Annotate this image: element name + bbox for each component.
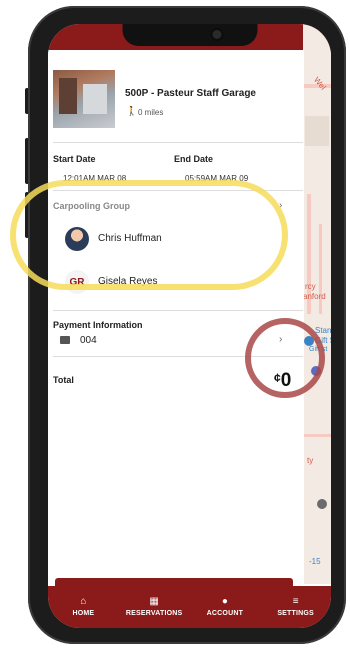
currency-symbol: ¢ <box>274 371 281 385</box>
divider <box>53 142 303 143</box>
avatar-initials: GR <box>65 270 89 294</box>
carpool-group-title[interactable]: Carpooling Group <box>53 201 130 211</box>
phone-notch <box>122 24 257 46</box>
map-area-label: rcy <box>305 282 316 291</box>
nav-item-home[interactable]: ⌂ HOME <box>48 586 119 628</box>
nav-item-settings[interactable]: ≡ SETTINGS <box>260 586 331 628</box>
carpool-member-name[interactable]: Gisela Reyes <box>98 276 157 287</box>
payment-info-title: Payment Information <box>53 320 143 330</box>
start-date-label: Start Date <box>53 154 96 164</box>
map-poi-label: Gift st <box>309 346 328 353</box>
total-label: Total <box>53 375 74 385</box>
camera-icon <box>212 30 221 39</box>
divider <box>53 310 303 311</box>
walking-person-icon: 🚶 <box>126 106 138 116</box>
menu-icon: ≡ <box>292 596 299 607</box>
map-area-label: ty <box>307 456 314 465</box>
app-screen: Wel rcy anford Stan Gift S Gift st ty -1… <box>48 24 331 628</box>
person-icon: ● <box>221 596 228 607</box>
map-block <box>305 116 329 146</box>
nav-label: HOME <box>72 610 95 617</box>
map-poi-label: Gift S <box>315 336 331 345</box>
start-date-value[interactable]: 12:01AM MAR 08 <box>63 174 126 183</box>
chevron-right-icon[interactable]: › <box>279 334 282 345</box>
payment-card-number[interactable]: 004 <box>80 335 97 346</box>
garage-distance: 0 miles <box>138 108 164 117</box>
nav-label: RESERVATIONS <box>125 610 183 617</box>
credit-card-icon <box>60 336 70 344</box>
map-poi-pin-icon[interactable] <box>304 336 314 346</box>
end-date-label: End Date <box>174 154 214 164</box>
nav-label: ACCOUNT <box>206 610 244 617</box>
nav-label: SETTINGS <box>277 610 314 617</box>
reservation-panel: 500P - Pasteur Staff Garage 🚶 0 miles St… <box>48 50 304 605</box>
avatar <box>65 227 89 251</box>
map-route-label: -15 <box>309 557 321 566</box>
garage-photo <box>53 70 115 128</box>
total-amount: ¢0 <box>274 370 291 392</box>
garage-title: 500P - Pasteur Staff Garage <box>125 88 256 99</box>
nav-item-reservations[interactable]: ▦ RESERVATIONS <box>119 586 190 628</box>
map-poi-label: Stan <box>315 326 331 335</box>
home-icon: ⌂ <box>80 596 87 607</box>
map-road <box>303 434 331 437</box>
carpool-member-name[interactable]: Chris Huffman <box>98 233 162 244</box>
map-street-label: Wel <box>311 75 328 92</box>
chevron-right-icon[interactable]: › <box>279 200 282 211</box>
total-value: 0 <box>280 370 292 391</box>
map-marker-icon[interactable] <box>317 499 327 509</box>
map-area-label: anford <box>303 292 326 301</box>
end-date-value[interactable]: 05:59AM MAR 09 <box>185 174 248 183</box>
calendar-icon: ▦ <box>149 596 159 607</box>
divider <box>53 190 303 191</box>
divider <box>53 356 303 357</box>
nav-item-account[interactable]: ● ACCOUNT <box>190 586 261 628</box>
map-view[interactable]: Wel rcy anford Stan Gift S Gift st ty -1… <box>303 24 331 584</box>
map-location-pin-icon[interactable] <box>311 366 321 376</box>
bottom-nav: ⌂ HOME ▦ RESERVATIONS ● ACCOUNT ≡ SETTIN… <box>48 586 331 628</box>
